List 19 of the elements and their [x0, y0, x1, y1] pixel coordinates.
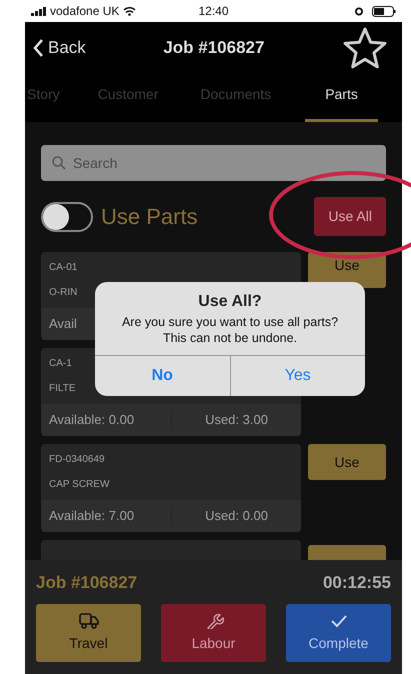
carrier-name: vodafone UK: [50, 3, 120, 20]
status-time: 12:40: [198, 3, 229, 20]
part-code: CA-01: [49, 261, 78, 275]
dialog-title: Use All?: [197, 292, 263, 312]
part-code: FD-0340649: [49, 453, 105, 467]
part-name: O-RIN: [49, 286, 78, 300]
part-code: CA-1: [49, 357, 72, 371]
available-quantity: Available: 0.00: [49, 412, 134, 428]
dialog-message: Are you sure you want to use all parts? This can not be undone.: [120, 314, 340, 348]
used-quantity: Used: 3.00: [205, 412, 268, 428]
timer: 00:12:55: [322, 572, 391, 594]
used-quantity: Used: 0.00: [205, 508, 268, 524]
toggle-label: Use Parts: [101, 203, 199, 231]
job-number: Job #106827: [36, 572, 138, 594]
available-quantity: Available: 7.00: [49, 508, 134, 524]
screen-title: Job #106827: [162, 37, 266, 60]
part-name: CAP SCREW: [49, 478, 110, 492]
part-name: FILTE: [49, 382, 76, 396]
available-quantity: Avail: [49, 316, 77, 332]
